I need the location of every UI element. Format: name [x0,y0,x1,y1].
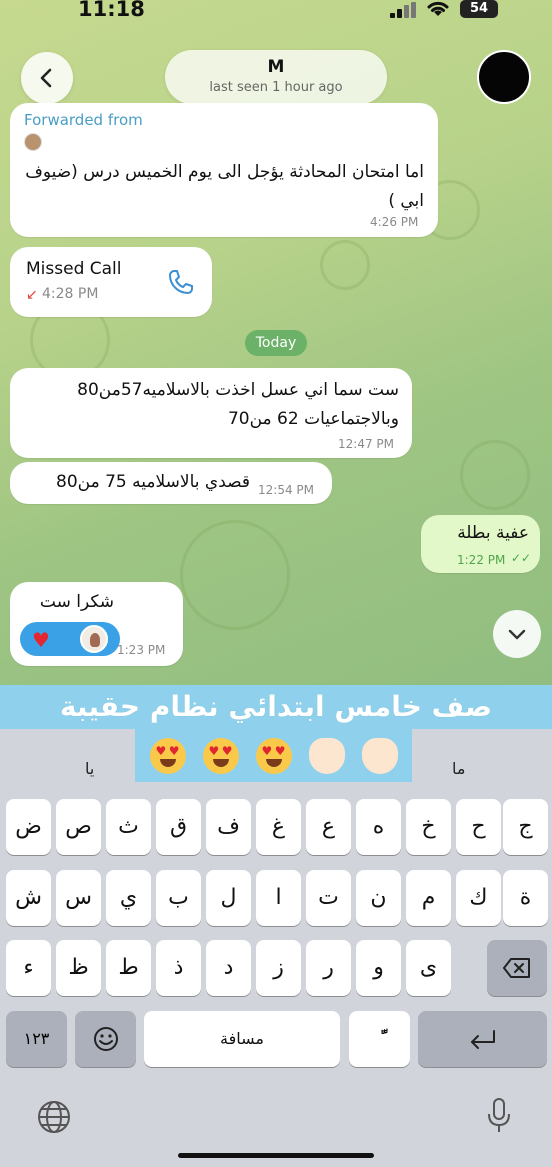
contact-last-seen: last seen 1 hour ago [209,80,343,95]
key[interactable]: م [406,870,451,926]
microphone-icon[interactable] [486,1097,512,1135]
key[interactable]: ص [56,799,101,855]
key[interactable]: ب [156,870,201,926]
message-text: اما امتحان المحادثة يؤجل الى يوم الخميس … [25,162,424,211]
background-doodle [320,240,370,290]
status-time: 11:18 [78,0,145,21]
message-text: قصدي بالاسلاميه 75 من80 [56,472,250,492]
chevron-down-icon [508,629,526,640]
message-time: 12:47 PM [338,437,394,451]
forwarded-source-avatar[interactable] [24,133,42,151]
contact-name: M [267,57,285,77]
key[interactable]: ع [306,799,351,855]
clapping-hands-emoji-icon[interactable] [308,737,345,774]
chevron-left-icon [40,68,52,88]
missed-call-arrow-icon: ↙ [26,287,38,303]
date-separator: Today [245,330,307,356]
reaction-pill[interactable]: ♥ [20,622,120,656]
background-doodle [180,520,290,630]
key[interactable]: ق [156,799,201,855]
cellular-signal-icon [390,2,416,18]
key[interactable]: ن [356,870,401,926]
heart-icon: ♥ [32,628,50,652]
key[interactable]: ك [456,870,501,926]
message-bubble[interactable]: ست سما اني عسل اخذت بالاسلاميه57من80 وبا… [10,368,412,458]
missed-call-title: Missed Call [26,259,122,279]
key[interactable]: ء [6,940,51,996]
key[interactable]: و [356,940,401,996]
suggestion-right[interactable]: ما [452,759,465,778]
message-time: 4:26 PM [370,215,419,229]
overlay-banner-text: صف خامس ابتدائي نظام حقيبة [0,685,552,729]
backspace-key[interactable] [487,940,547,996]
message-time: 4:28 PM [42,286,99,302]
message-text: شكرا ست [39,592,114,612]
key[interactable]: ل [206,870,251,926]
key[interactable]: ط [106,940,151,996]
key[interactable]: ظ [56,940,101,996]
space-key[interactable]: مسافة [144,1011,340,1067]
status-bar: 11:18 54 [0,0,552,30]
key[interactable]: ز [256,940,301,996]
home-indicator [178,1153,374,1158]
back-button[interactable] [21,52,73,104]
suggestion-left[interactable]: يا [85,759,94,778]
backspace-icon [503,958,530,978]
heart-eyes-emoji-icon[interactable] [202,737,239,774]
heart-eyes-emoji-icon[interactable] [255,737,292,774]
message-text: ست سما اني عسل اخذت بالاسلاميه57من80 وبا… [77,380,399,429]
reactor-avatar [80,625,108,653]
return-icon [470,1030,495,1049]
forwarded-message-bubble[interactable]: Forwarded from اما امتحان المحادثة يؤجل … [10,103,438,237]
message-time: 12:54 PM [258,483,314,497]
message-text: عفية بطلة [457,523,529,543]
key[interactable]: ر [306,940,351,996]
key[interactable]: غ [256,799,301,855]
battery-indicator: 54 [460,0,498,18]
key[interactable]: ت [306,870,351,926]
key[interactable]: ث [106,799,151,855]
key[interactable]: ى [406,940,451,996]
keyboard: يا ما ض ص ث ق ف غ ع ه خ ح ج ش س ي ب ل ا … [0,729,552,1167]
message-time: 1:22 PM [457,553,506,567]
diacritic-key[interactable]: ًّ [349,1011,410,1067]
chat-title[interactable]: M last seen 1 hour ago [165,50,387,104]
key[interactable]: خ [406,799,451,855]
emoji-key[interactable] [75,1011,136,1067]
message-bubble[interactable]: شكرا ست ♥ 1:23 PM [10,582,183,666]
message-bubble[interactable]: قصدي بالاسلاميه 75 من80 12:54 PM [10,462,332,504]
key[interactable]: س [56,870,101,926]
background-doodle [460,440,530,510]
key[interactable]: ي [106,870,151,926]
key[interactable]: ا [256,870,301,926]
globe-icon[interactable] [36,1099,72,1135]
key[interactable]: ش [6,870,51,926]
clapping-hands-emoji-icon[interactable] [361,737,398,774]
key[interactable]: ه [356,799,401,855]
key[interactable]: ج [503,799,548,855]
emoji-suggestion-strip [135,729,412,782]
message-time: 1:23 PM [117,643,166,657]
heart-eyes-emoji-icon[interactable] [149,737,186,774]
wifi-icon [427,1,449,16]
numbers-key[interactable]: ١٢٣ [6,1011,67,1067]
forwarded-from-label: Forwarded from [24,111,143,129]
key[interactable]: ة [503,870,548,926]
scroll-to-bottom-button[interactable] [493,610,541,658]
key[interactable]: ذ [156,940,201,996]
read-checkmarks-icon: ✓✓ [511,551,532,565]
contact-avatar[interactable] [477,50,531,104]
key[interactable]: د [206,940,251,996]
return-key[interactable] [418,1011,547,1067]
outgoing-message-bubble[interactable]: عفية بطلة 1:22 PM ✓✓ [421,515,540,573]
missed-call-bubble[interactable]: Missed Call ↙ 4:28 PM [10,247,212,317]
key[interactable]: ض [6,799,51,855]
smiley-icon [93,1027,118,1051]
key[interactable]: ح [456,799,501,855]
phone-icon[interactable] [166,267,196,297]
key[interactable]: ف [206,799,251,855]
